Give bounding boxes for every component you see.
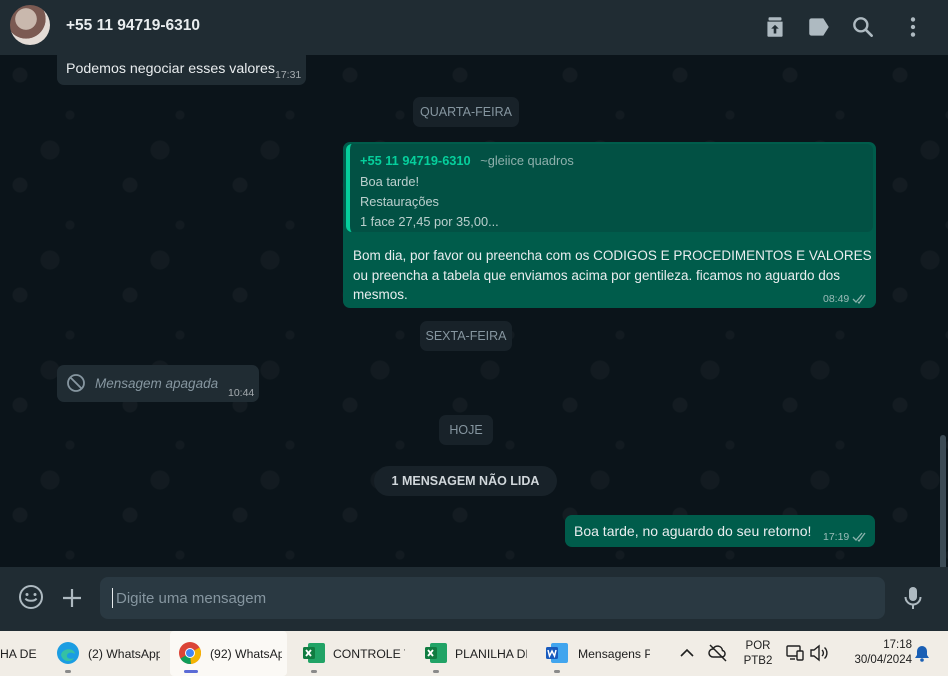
plus-icon[interactable] (60, 586, 84, 610)
message-input[interactable]: Digite uma mensagem (100, 577, 885, 619)
chevron-up-icon[interactable] (679, 646, 695, 660)
taskbar-item-excel-controle[interactable]: CONTROLE T (298, 631, 410, 676)
taskbar-item-label: (2) WhatsApp (88, 647, 160, 661)
message-time: 17:19 (823, 531, 850, 543)
quoted-message[interactable]: +55 11 94719-6310 ~gleiice quadros Boa t… (346, 144, 873, 232)
taskbar-item-label: CONTROLE T (333, 647, 405, 661)
notification-bell-icon[interactable] (913, 644, 931, 662)
active-indicator (184, 670, 198, 673)
date-separator: SEXTA-FEIRA (420, 321, 512, 351)
running-indicator (65, 670, 71, 673)
archive-icon[interactable] (762, 14, 788, 40)
chat-area: Podemos negociar esses valores 17:31 QUA… (0, 55, 948, 567)
emoji-icon[interactable] (18, 584, 44, 610)
outgoing-message[interactable]: Boa tarde, no aguardo do seu retorno! 17… (565, 515, 875, 547)
contact-name[interactable]: +55 11 94719-6310 (66, 17, 200, 35)
taskbar-item-excel-planilha[interactable]: PLANILHA DE (420, 631, 532, 676)
chrome-icon (179, 642, 202, 665)
edge-icon (57, 642, 79, 664)
network-offline-icon[interactable] (708, 643, 728, 663)
clock-time: 17:18 (883, 639, 912, 651)
excel-icon (425, 643, 447, 663)
language-code: POR (745, 640, 771, 652)
clock-date: 30/04/2024 (854, 654, 912, 666)
message-time: 08:49 (823, 293, 850, 305)
keyboard-layout: PTB2 (743, 655, 773, 667)
date-separator: QUARTA-FEIRA (413, 97, 519, 127)
taskbar-item-label: PLANILHA DE (455, 647, 527, 661)
message-text: Podemos negociar esses valores (66, 61, 275, 77)
display-icon[interactable] (786, 644, 804, 662)
message-text: Boa tarde, no aguardo do seu retorno! (574, 523, 812, 539)
double-check-icon (852, 294, 866, 304)
deleted-text: Mensagem apagada (95, 376, 219, 391)
double-check-icon (852, 532, 866, 542)
message-input-placeholder: Digite uma mensagem (116, 590, 267, 607)
taskbar-item-chrome-whatsapp[interactable]: (92) WhatsAp (170, 631, 287, 676)
message-time: 10:44 (228, 387, 255, 399)
taskbar-item-label: Mensagens P (578, 647, 650, 661)
incoming-message[interactable]: Podemos negociar esses valores 17:31 (57, 55, 306, 85)
taskbar-item-word-mensagens[interactable]: Mensagens P (543, 631, 655, 676)
word-icon (546, 643, 568, 663)
clock[interactable]: 17:18 30/04/2024 (838, 638, 912, 668)
message-line: Bom dia, por favor ou preencha com os CO… (353, 248, 872, 263)
excel-icon (303, 643, 325, 663)
message-composer: Digite uma mensagem (0, 567, 948, 631)
search-icon[interactable] (850, 14, 876, 40)
running-indicator (311, 670, 317, 673)
taskbar-item[interactable]: HA DE (0, 631, 44, 676)
quoted-line: Restaurações (360, 194, 439, 209)
message-time: 17:31 (275, 69, 302, 81)
label-icon[interactable] (806, 14, 832, 40)
windows-taskbar: HA DE (2) WhatsApp (92) WhatsAp CONTROLE… (0, 631, 948, 676)
contact-avatar[interactable] (10, 5, 50, 45)
chat-header: +55 11 94719-6310 (0, 0, 948, 55)
quoted-pushname: ~gleiice quadros (480, 153, 574, 168)
deleted-message[interactable]: Mensagem apagada 10:44 (57, 365, 259, 402)
message-line: mesmos. (353, 287, 408, 302)
taskbar-item-edge-whatsapp[interactable]: (2) WhatsApp (52, 631, 164, 676)
quoted-sender: +55 11 94719-6310 (360, 153, 471, 168)
message-line: ou preencha a tabela que enviamos acima … (353, 267, 841, 283)
chat-scrollbar[interactable] (940, 435, 946, 567)
volume-icon[interactable] (809, 644, 829, 662)
unread-banner: 1 MENSAGEM NÃO LIDA (374, 466, 557, 496)
quoted-line: 1 face 27,45 por 35,00... (360, 214, 499, 229)
outgoing-message[interactable]: +55 11 94719-6310 ~gleiice quadros Boa t… (343, 142, 876, 308)
taskbar-item-label: HA DE (0, 647, 37, 661)
menu-icon[interactable] (900, 14, 926, 40)
running-indicator (433, 670, 439, 673)
running-indicator (554, 670, 560, 673)
quoted-line: Boa tarde! (360, 174, 420, 189)
text-caret (112, 588, 113, 608)
taskbar-item-label: (92) WhatsAp (210, 647, 282, 661)
message-text: Bom dia, por favor ou preencha com os CO… (353, 246, 872, 305)
language-indicator[interactable]: POR PTB2 (740, 639, 776, 669)
date-separator: HOJE (439, 415, 493, 445)
microphone-icon[interactable] (902, 585, 924, 611)
blocked-icon (67, 374, 85, 392)
